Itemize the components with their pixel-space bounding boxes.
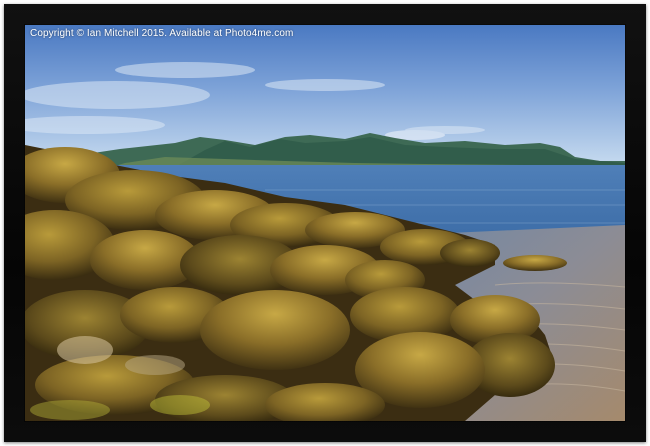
coastal-scene-image [25,25,625,421]
framed-print: Copyright © Ian Mitchell 2015. Available… [0,0,650,446]
small-rock [503,255,567,271]
copyright-watermark: Copyright © Ian Mitchell 2015. Available… [30,28,294,39]
landscape-photo: Copyright © Ian Mitchell 2015. Available… [25,25,625,421]
